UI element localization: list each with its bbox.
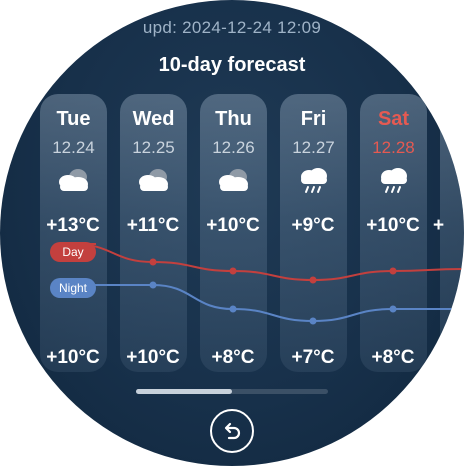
high-temp: +13°C [46, 215, 100, 236]
cloudy-icon [218, 169, 248, 191]
night-legend-badge: Night [50, 278, 96, 298]
day-date: 12.28 [372, 138, 415, 157]
rain-icon [380, 168, 407, 193]
day-name: Sat [377, 108, 410, 130]
app-screen: upd: 2024-12-24 12:09 10-day forecast Tu… [0, 0, 464, 466]
high-temp: +10°C [206, 215, 260, 236]
cloudy-icon [58, 169, 88, 191]
low-temp: +10°C [126, 347, 180, 368]
low-temp: +8°C [371, 347, 415, 368]
day-name: Thu [215, 108, 252, 130]
updated-timestamp: upd: 2024-12-24 12:09 [142, 18, 322, 37]
high-temp: +9°C [291, 215, 335, 236]
day-date: 12.26 [212, 138, 255, 157]
cloudy-icon [138, 169, 168, 191]
day-legend-badge: Day [50, 242, 96, 262]
high-temp-partial: + [433, 215, 445, 236]
scrollbar-thumb[interactable] [136, 389, 232, 394]
low-temp: +7°C [291, 347, 335, 368]
day-name: Wed [132, 108, 175, 130]
day-date: 12.25 [132, 138, 175, 157]
low-temp: +10°C [46, 347, 100, 368]
high-temp: +11°C [126, 215, 180, 236]
rain-icon [463, 176, 464, 180]
rain-icon [300, 168, 327, 193]
watch-face[interactable]: upd: 2024-12-24 12:09 10-day forecast Tu… [0, 0, 464, 466]
high-temp: +10°C [366, 215, 420, 236]
low-temp: +8°C [211, 347, 255, 368]
horizontal-scrollbar[interactable] [136, 389, 328, 394]
day-date: 12.27 [292, 138, 335, 157]
day-date: 12.24 [52, 138, 95, 157]
back-button[interactable] [210, 409, 254, 453]
day-name: Fri [300, 108, 327, 130]
day-name: Tue [56, 108, 91, 130]
page-title: 10-day forecast [158, 54, 306, 76]
undo-arrow-icon [224, 422, 241, 440]
